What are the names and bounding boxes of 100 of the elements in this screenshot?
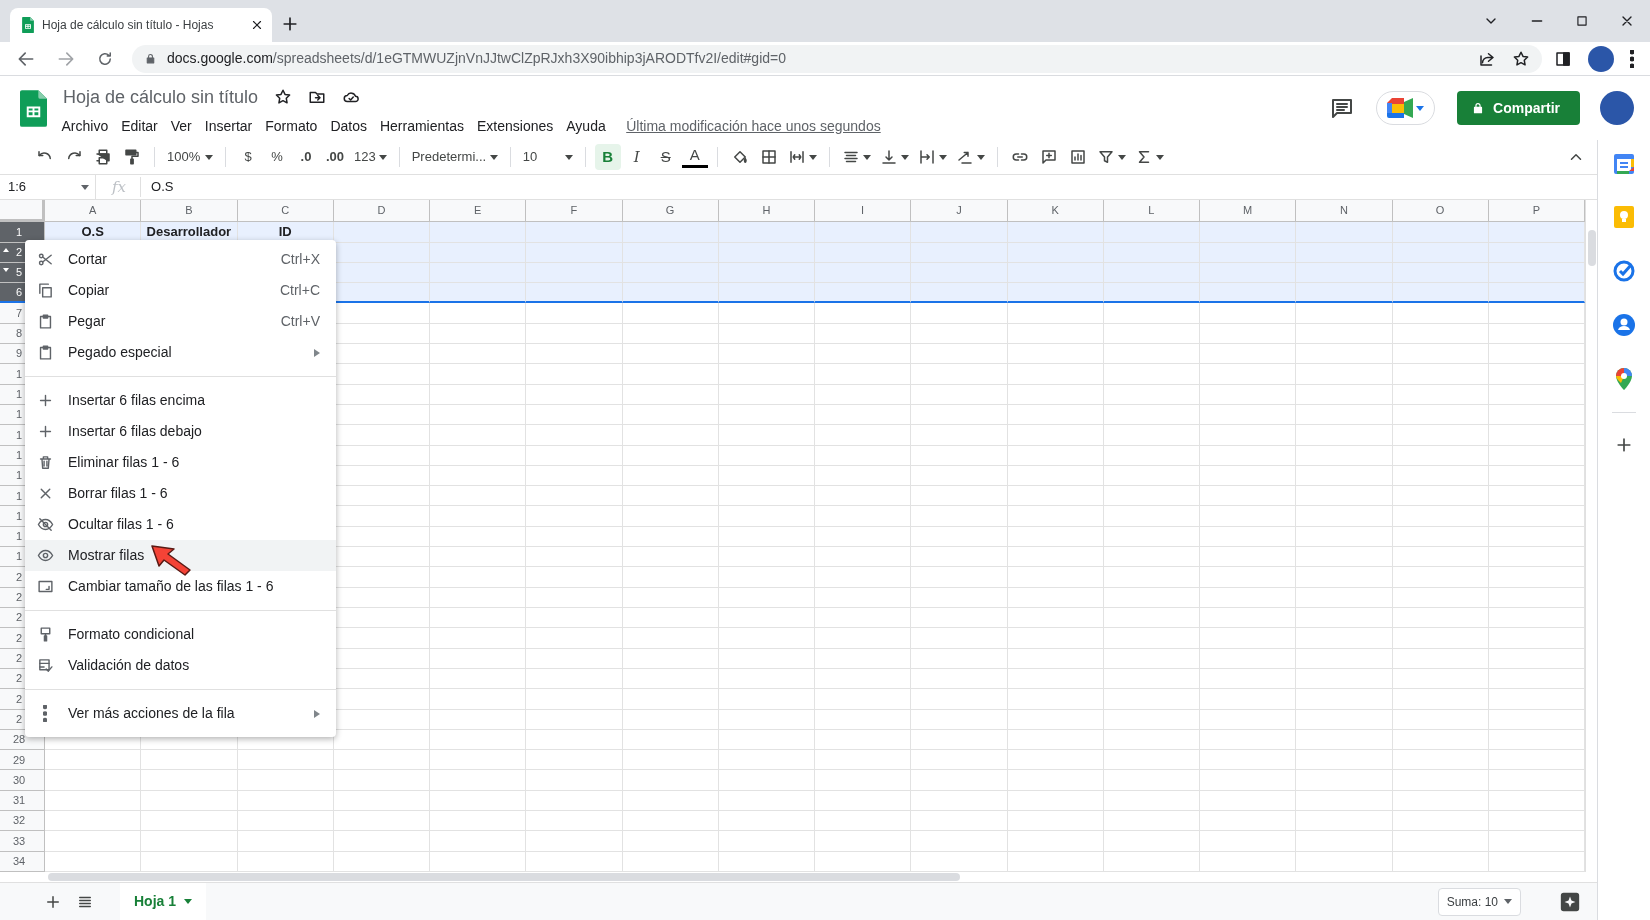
row-header[interactable]: 31 — [0, 790, 45, 812]
contacts-icon[interactable] — [1613, 314, 1635, 336]
text-wrap-icon — [917, 148, 936, 166]
menu-item[interactable]: Mostrar filas — [25, 540, 336, 571]
column-header[interactable]: N — [1296, 200, 1393, 222]
column-header[interactable]: P — [1488, 200, 1585, 222]
share-button[interactable]: Compartir — [1457, 91, 1580, 125]
menu-icon[interactable] — [1630, 50, 1634, 69]
column-header[interactable]: M — [1200, 200, 1297, 222]
column-header[interactable]: O — [1392, 200, 1489, 222]
name-box[interactable]: 1:6 — [0, 174, 96, 200]
font-size-dropdown[interactable]: 10 — [519, 144, 576, 170]
row-header[interactable]: 33 — [0, 831, 45, 852]
table-cell: O.S — [45, 222, 142, 243]
borders-icon — [759, 148, 778, 166]
tasks-icon[interactable] — [1613, 260, 1635, 282]
column-header[interactable]: E — [430, 200, 527, 222]
menu-item[interactable]: Ayuda — [559, 115, 613, 137]
column-header[interactable]: A — [45, 200, 142, 222]
strike-button[interactable]: S — [652, 144, 679, 170]
lock-icon — [144, 52, 157, 65]
caret-icon — [1155, 154, 1164, 160]
sum-dropdown[interactable]: Suma: 10 — [1437, 887, 1521, 916]
column-header[interactable]: K — [1007, 200, 1104, 222]
row-header[interactable]: 34 — [0, 851, 45, 872]
url-text: docs.google.com/spreadsheets/d/1eGTMWUZjnVnJJtwClZpRJxh3X90ibhip3jARODTfv2I/edit#gid=0 — [167, 49, 786, 68]
address-bar[interactable]: docs.google.com/spreadsheets/d/1eGTMWUZjnVnJJtwClZpRJxh3X90ibhip3jARODTfv2I/edit#gid=0 — [132, 44, 1542, 73]
comment-icon — [1039, 148, 1058, 166]
column-header[interactable]: J — [911, 200, 1008, 222]
calendar-icon[interactable] — [1614, 154, 1634, 174]
scrollbar-thumb[interactable] — [48, 873, 960, 881]
table-cell: Desarrollador — [141, 222, 238, 243]
column-header[interactable]: H — [718, 200, 815, 222]
more-vert-icon — [43, 705, 47, 722]
column-header[interactable]: B — [141, 200, 238, 222]
caret-icon — [862, 154, 871, 160]
row-header[interactable]: 1 — [0, 222, 45, 243]
sheets-favicon-icon — [22, 17, 34, 33]
explore-button[interactable] — [1559, 890, 1581, 913]
color-button[interactable]: A — [681, 146, 708, 168]
row-header[interactable]: 30 — [0, 770, 45, 791]
row-header[interactable]: 29 — [0, 750, 45, 771]
star-icon[interactable] — [274, 88, 293, 106]
increase-decimals-button[interactable]: .00 — [322, 144, 348, 170]
map-pin-icon[interactable] — [1616, 368, 1632, 390]
sheet-tab[interactable]: Hoja 1 — [120, 882, 206, 920]
menu-item[interactable]: Archivo — [55, 115, 115, 137]
column-header[interactable]: I — [815, 200, 912, 222]
filter-icon — [1096, 148, 1115, 166]
caret-icon — [808, 154, 817, 160]
meet-button[interactable] — [1376, 91, 1436, 125]
column-header[interactable]: L — [1103, 200, 1200, 222]
font-dropdown[interactable]: Predetermi... — [408, 144, 501, 170]
column-header[interactable]: F — [526, 200, 623, 222]
scissors-icon — [36, 251, 54, 268]
caret-icon — [1504, 899, 1512, 904]
menu-item[interactable]: Extensiones — [470, 115, 560, 137]
resize-icon — [36, 578, 54, 595]
caret-icon — [938, 154, 947, 160]
triangle-up-icon[interactable] — [3, 247, 9, 252]
percent-button[interactable]: % — [264, 144, 290, 170]
formula-input[interactable]: O.S — [140, 177, 1597, 197]
maximize-icon[interactable] — [1575, 14, 1589, 28]
caret-icon — [81, 184, 89, 190]
menu-item[interactable]: Herramientas — [373, 115, 471, 137]
menu-item[interactable]: Datos — [323, 115, 374, 137]
sheets-logo-icon[interactable] — [20, 89, 47, 127]
caret-icon — [489, 154, 498, 160]
currency-button[interactable]: $ — [235, 144, 261, 170]
decrease-decimals-button[interactable]: .0 — [293, 144, 319, 170]
caret-icon — [184, 899, 192, 904]
star-icon[interactable] — [1512, 49, 1530, 68]
vertical-align-icon — [879, 148, 898, 166]
column-header[interactable]: C — [237, 200, 334, 222]
close-tab-button[interactable] — [250, 18, 264, 32]
column-header[interactable]: G — [622, 200, 719, 222]
document-title[interactable]: Hoja de cálculo sin título — [63, 83, 259, 111]
side-panel-icon[interactable] — [1554, 50, 1572, 69]
italic-button[interactable]: I — [623, 144, 650, 170]
number-format-dropdown[interactable]: 123 — [351, 144, 390, 170]
comments-icon[interactable] — [1330, 96, 1355, 121]
last-edit-link[interactable]: Última modificación hace unos segundos — [626, 115, 881, 137]
copy-icon — [36, 282, 54, 299]
triangle-down-icon[interactable] — [3, 267, 9, 272]
row-header[interactable]: 32 — [0, 811, 45, 832]
menu-item[interactable]: Editar — [114, 115, 165, 137]
paint-format-icon — [123, 148, 141, 166]
profile-avatar[interactable] — [1588, 45, 1614, 72]
cursor-arrow-icon — [150, 544, 194, 576]
caret-icon — [205, 154, 213, 160]
checklist-icon — [36, 657, 54, 674]
scrollbar-thumb[interactable] — [1587, 230, 1596, 266]
menu-item[interactable]: Ver — [164, 115, 199, 137]
zoom-dropdown[interactable]: 100% — [164, 144, 216, 170]
bold-button[interactable]: B — [594, 144, 621, 170]
column-header[interactable]: D — [333, 200, 430, 222]
profile-avatar[interactable] — [1600, 91, 1634, 125]
menu-item[interactable]: Formato — [258, 115, 324, 137]
menu-item[interactable]: Insertar — [198, 115, 259, 137]
browser-tab[interactable]: Hoja de cálculo sin título - Hojas — [10, 8, 272, 42]
